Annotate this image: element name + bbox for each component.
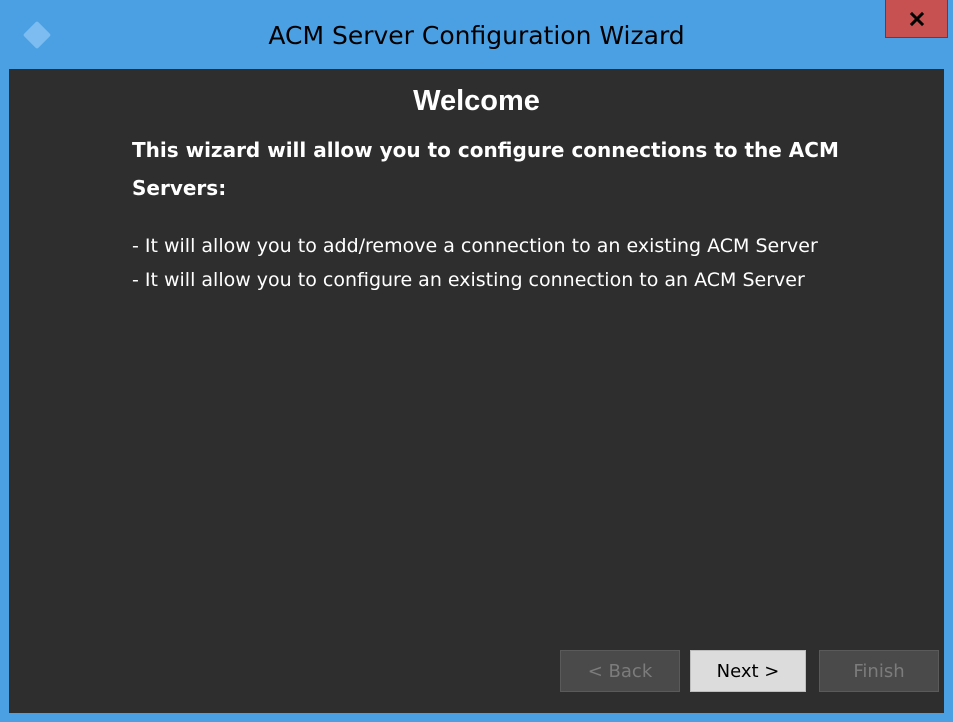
finish-button[interactable]: Finish	[819, 650, 939, 692]
bullet-item: - It will allow you to configure an exis…	[132, 269, 805, 291]
intro-text: This wizard will allow you to configure …	[132, 138, 839, 200]
wizard-window: ACM Server Configuration Wizard Welcome …	[0, 0, 953, 722]
close-button[interactable]	[885, 0, 948, 38]
window-title: ACM Server Configuration Wizard	[268, 21, 685, 50]
bullet-list: - It will allow you to add/remove a conn…	[132, 229, 912, 297]
bullet-item: - It will allow you to add/remove a conn…	[132, 235, 818, 257]
close-x-icon	[909, 11, 924, 26]
next-button[interactable]: Next >	[690, 650, 806, 692]
page-heading: Welcome	[413, 85, 540, 117]
wizard-content-panel: Welcome This wizard will allow you to co…	[9, 69, 944, 713]
title-bar[interactable]: ACM Server Configuration Wizard	[0, 0, 953, 70]
back-button[interactable]: < Back	[560, 650, 680, 692]
